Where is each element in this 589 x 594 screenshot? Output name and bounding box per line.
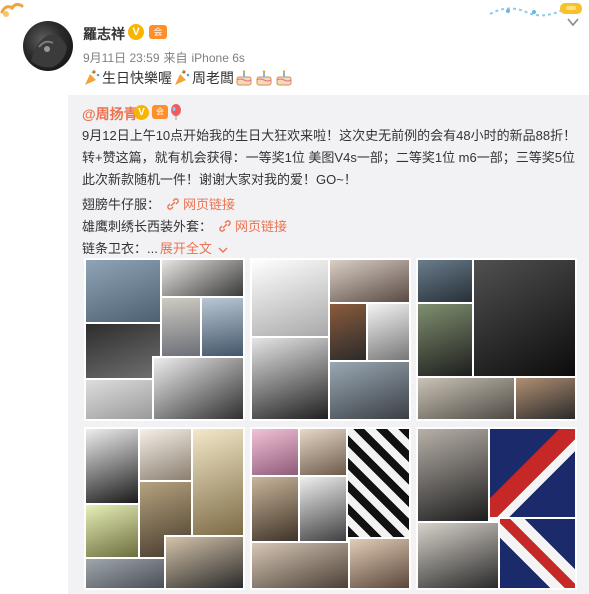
post-source-prefix: 来自 xyxy=(163,51,188,65)
web-link-1-text[interactable]: 网页链接 xyxy=(183,194,235,213)
hand-wave-icon xyxy=(0,2,24,17)
web-link-2-text[interactable]: 网页链接 xyxy=(235,216,287,235)
photo-collage-5[interactable] xyxy=(250,427,411,590)
post-text: 生日快樂喔 周老闆 xyxy=(82,68,294,88)
cake-icon xyxy=(235,69,253,87)
weibo-post-card: 羅志祥 V 会 9月11日 23:59 来自 iPhone 6s 生日快樂喔 周老闆… xyxy=(0,0,589,594)
repost-author-name[interactable]: @周扬青 xyxy=(82,104,138,124)
link-icon xyxy=(167,197,179,210)
party-popper-icon xyxy=(173,69,191,87)
photo-collage-6[interactable] xyxy=(416,427,577,590)
link-line-3-label: 链条卫衣：... xyxy=(82,241,158,256)
post-text-part2: 周老闆 xyxy=(192,70,234,86)
link-line-3: 链条卫衣：... 展开全文 xyxy=(82,238,228,257)
reposted-content: @周扬青 V 会 9月12日上午10点开始我的生日大狂欢来啦！这次史无前例的会有… xyxy=(68,95,589,594)
photo-collage-4[interactable] xyxy=(84,427,245,590)
member-badge-icon: 会 xyxy=(152,105,168,119)
link-line-1-label: 翅膀牛仔服： xyxy=(82,197,161,212)
photo-collage-2[interactable] xyxy=(250,258,411,421)
link-line-2-label: 雄鹰刺绣长西装外套： xyxy=(82,219,213,234)
verified-badge-icon: V xyxy=(134,105,149,120)
expand-full-text-link[interactable]: 展开全文 xyxy=(160,238,229,257)
cake-icon xyxy=(275,69,293,87)
link-line-2: 雄鹰刺绣长西装外套： 网页链接 xyxy=(82,216,287,235)
verified-badge-icon: V xyxy=(128,24,144,40)
post-timestamp[interactable]: 9月11日 23:59 xyxy=(83,51,160,65)
avatar[interactable] xyxy=(23,21,73,71)
web-link-2[interactable]: 网页链接 xyxy=(218,216,287,235)
photo-collage-1[interactable] xyxy=(84,258,245,421)
image-grid xyxy=(84,258,577,590)
post-text-part1: 生日快樂喔 xyxy=(102,70,172,86)
post-author-name[interactable]: 羅志祥 xyxy=(83,24,125,44)
chevron-down-icon xyxy=(218,247,228,253)
post-source-device[interactable]: iPhone 6s xyxy=(192,51,245,65)
balloon-icon xyxy=(171,104,181,120)
repost-body: 9月12日上午10点开始我的生日大狂欢来啦！这次史无前例的会有48小时的新品88… xyxy=(82,128,577,187)
expand-full-text-label[interactable]: 展开全文 xyxy=(160,241,212,256)
web-link-1[interactable]: 网页链接 xyxy=(166,194,235,213)
photo-collage-3[interactable] xyxy=(416,258,577,421)
cake-icon xyxy=(255,69,273,87)
party-popper-icon xyxy=(83,69,101,87)
post-meta: 9月11日 23:59 来自 iPhone 6s xyxy=(83,49,249,66)
link-line-1: 翅膀牛仔服： 网页链接 xyxy=(82,194,235,213)
member-badge-icon: 会 xyxy=(149,25,167,39)
chevron-down-icon[interactable] xyxy=(566,15,580,29)
link-icon xyxy=(219,219,231,232)
